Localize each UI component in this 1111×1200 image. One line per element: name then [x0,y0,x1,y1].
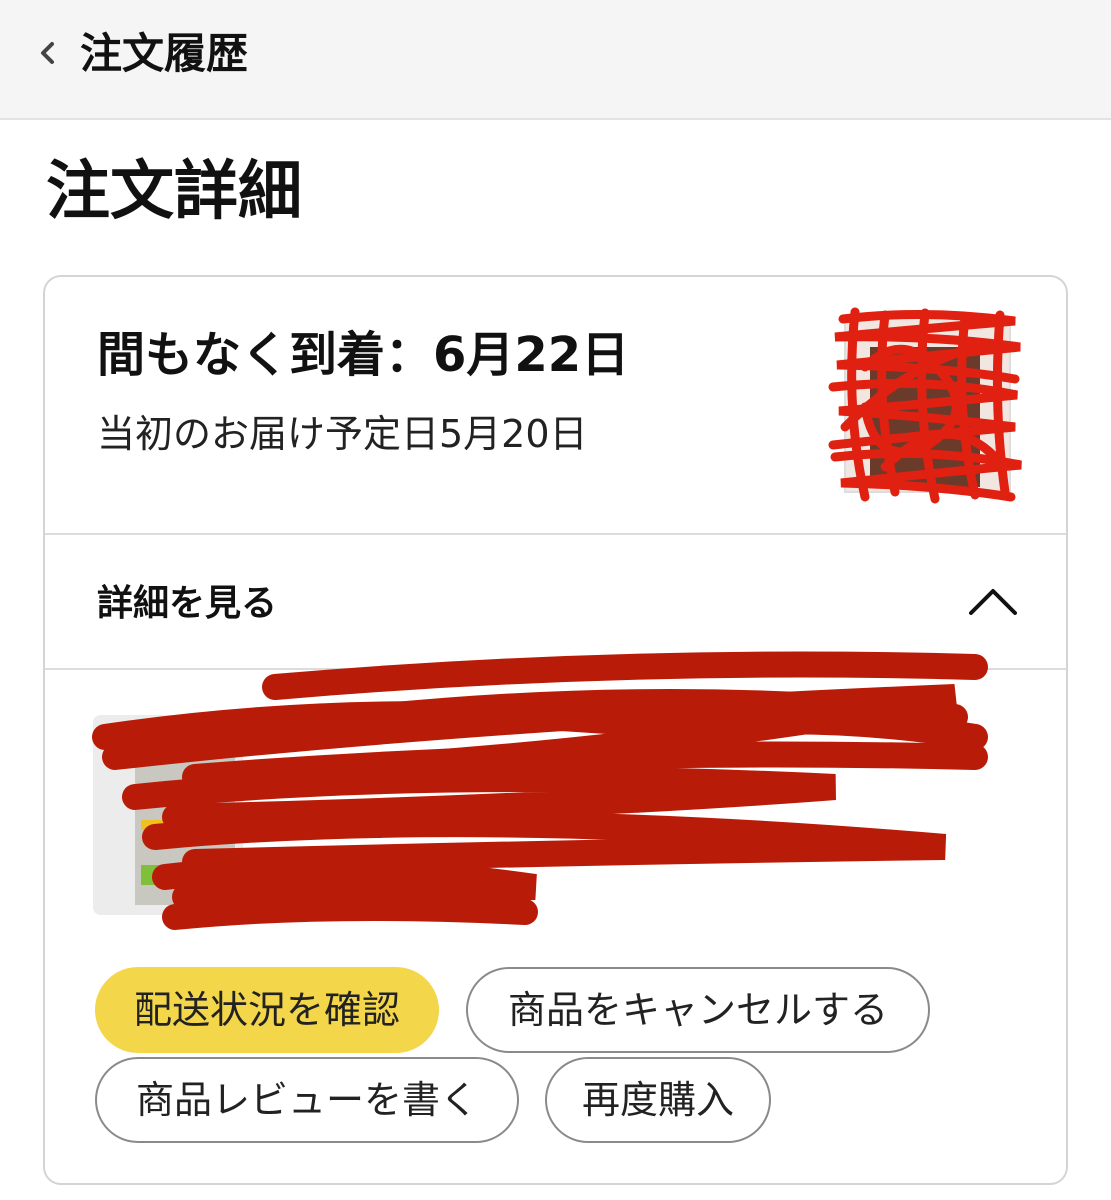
page-title: 注文詳細 [46,155,302,229]
chevron-left-icon[interactable] [36,38,60,68]
chevron-up-icon[interactable] [967,585,1019,617]
top-nav-bar: 注文履歴 [0,0,1111,120]
item-info-redacted [92,651,988,930]
buy-again-button[interactable]: 再度購入 [545,1057,771,1143]
details-label: 詳細を見る [97,583,278,624]
order-card: 間もなく到着：6月22日 当初のお届け予定日5月20日 詳細を見る 配送状況を確… [43,275,1068,1185]
arrival-status: 間もなく到着：6月22日 [97,327,630,383]
original-delivery-date: 当初のお届け予定日5月20日 [97,412,588,456]
write-review-button[interactable]: 商品レビューを書く [95,1057,519,1143]
details-toggle[interactable]: 詳細を見る [45,535,1066,670]
back-to-order-history-link[interactable]: 注文履歴 [80,24,248,84]
cancel-item-button[interactable]: 商品をキャンセルする [466,967,930,1053]
product-thumbnail-redacted [828,307,1022,504]
track-shipment-button[interactable]: 配送状況を確認 [95,967,439,1053]
